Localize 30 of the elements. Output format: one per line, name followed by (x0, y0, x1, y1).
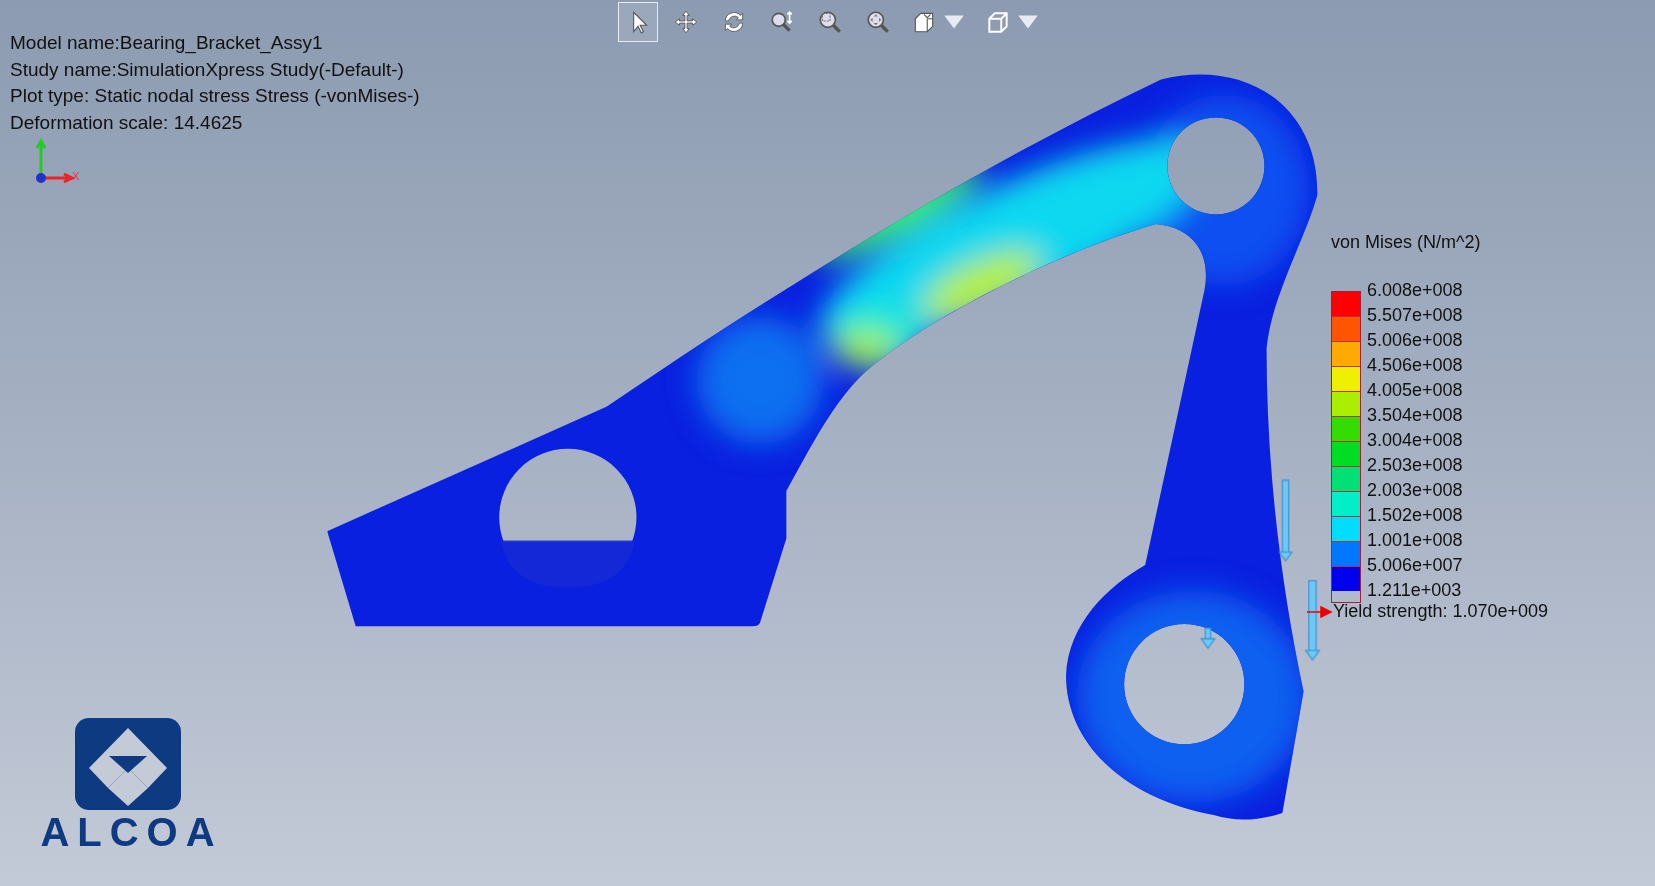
scale-value: 2.503e+008 (1367, 454, 1463, 477)
scale-value: 2.003e+008 (1367, 479, 1463, 502)
scale-value: 3.504e+008 (1367, 404, 1463, 427)
scale-value: 5.006e+008 (1367, 329, 1463, 352)
scale-value: 6.008e+008 (1367, 279, 1463, 302)
scale-value: 4.005e+008 (1367, 379, 1463, 402)
scale-value: 1.502e+008 (1367, 504, 1463, 527)
scale-value: 1.211e+003 (1367, 579, 1463, 602)
scale-value: 4.506e+008 (1367, 354, 1463, 377)
plot-info-text: Plot type: Static nodal stress Stress (-vonMises-) (10, 84, 420, 108)
toolbar-tool-icon (817, 9, 843, 35)
toolbar-tool-icon (865, 9, 891, 35)
toolbar-tool-icon (673, 9, 699, 35)
toolbar-tool-icon (985, 9, 1011, 35)
plot-info-text: Study name:SimulationXpress Study(-Default-) (10, 57, 404, 82)
toolbar-tool-icon (769, 9, 795, 35)
plot-info-text: Model name:Bearing_Bracket_Assy1 (10, 31, 323, 56)
yield-marker-icon (1307, 605, 1333, 618)
logo-text: ALCOA (40, 812, 223, 852)
legend-title: von Mises (N/m^2) (1331, 232, 1481, 253)
yield-strength-text: Yield strength: 1.070e+009 (1333, 601, 1548, 622)
scale-value: 1.001e+008 (1367, 529, 1463, 552)
scale-value: 5.006e+007 (1367, 554, 1463, 577)
logo-mark-icon (74, 718, 181, 810)
toolbar-button[interactable] (618, 2, 658, 42)
load-arrow (1200, 627, 1216, 650)
scale-value: 5.507e+008 (1367, 304, 1463, 327)
axis-label: X (72, 170, 80, 182)
scale-value: 3.004e+008 (1367, 429, 1463, 452)
plot-info-text: Deformation scale: 14.4625 (10, 110, 243, 135)
